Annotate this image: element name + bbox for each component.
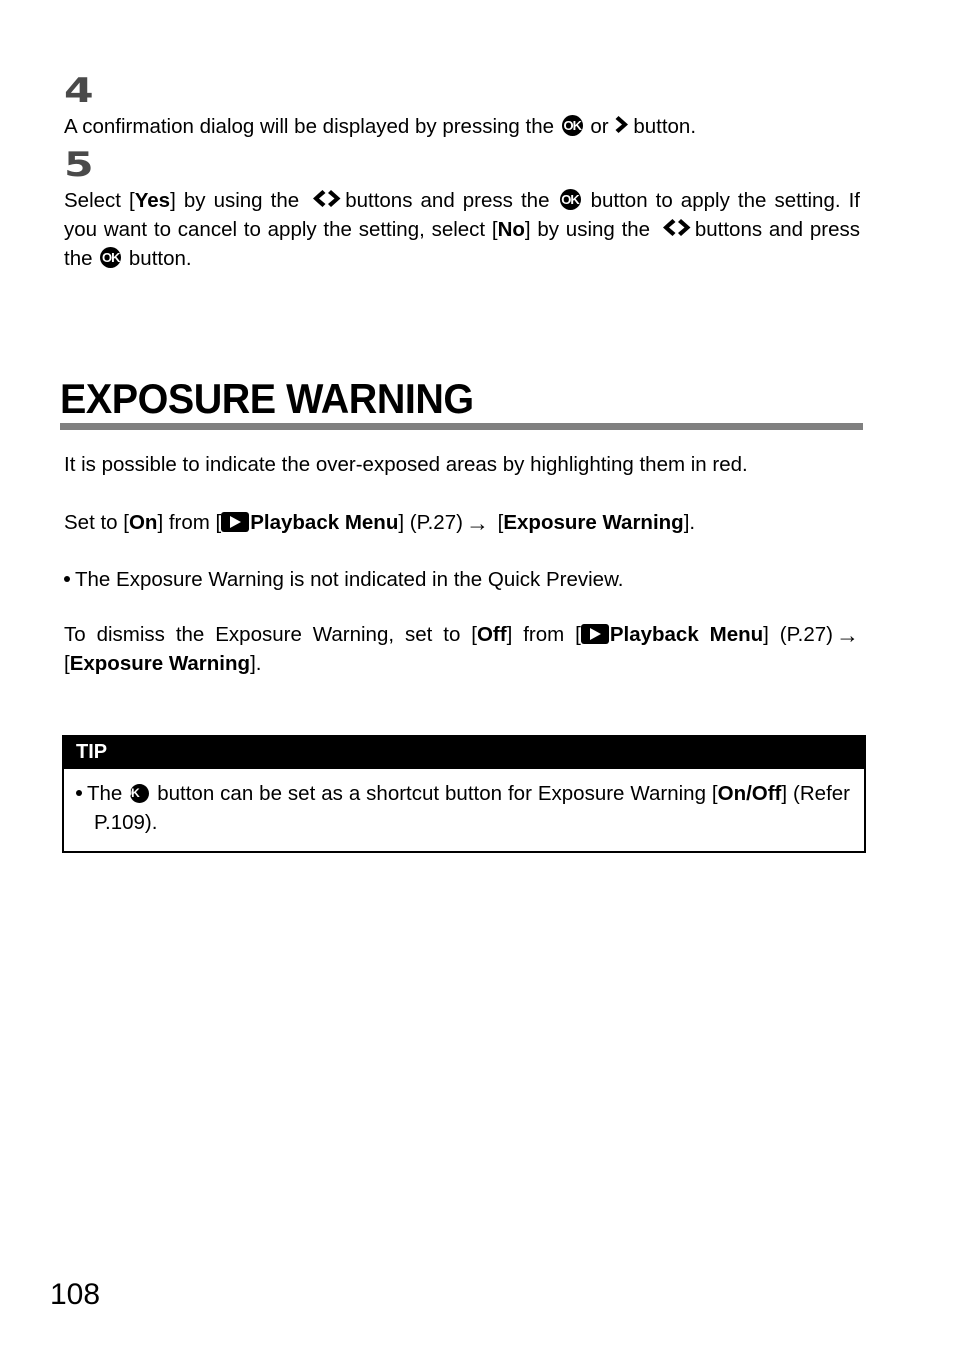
step-5-text: Select [Yes] by using the buttons and pr…	[64, 186, 860, 273]
tip-text-part-1: The	[87, 782, 129, 805]
exposure-warning-label: Exposure Warning	[69, 652, 251, 675]
dismiss-part-2: ] from [	[506, 623, 581, 646]
quick-preview-note: The Exposure Warning is not indicated in…	[64, 565, 874, 594]
bullet-dot-icon	[64, 576, 70, 582]
ok-button-icon: OK	[100, 247, 122, 268]
step-5-block: 5	[64, 148, 864, 186]
title-divider	[60, 423, 863, 430]
set-to-instruction: Set to [On] from [ Playback Menu] (P.27) →…	[64, 508, 874, 537]
step-5-no-label: No	[497, 218, 525, 241]
step-4-text-part-3: button.	[633, 115, 697, 138]
step-4-number: 4	[64, 71, 94, 111]
step-5-text-part-7: button.	[123, 247, 192, 270]
playback-play-icon	[221, 512, 250, 532]
step-5-yes-label: Yes	[134, 189, 171, 212]
chevron-left-right-icon	[309, 188, 342, 209]
chevron-left-right-icon	[659, 217, 692, 238]
step-4-text: A confirmation dialog will be displayed …	[64, 112, 864, 141]
step-5-text-part-3: buttons and press the	[345, 189, 558, 212]
exposure-warning-label: Exposure Warning	[503, 511, 684, 534]
ok-button-icon: OK	[559, 189, 581, 210]
step-5-text-part-1: Select [	[64, 189, 135, 212]
playback-menu-label: Playback Menu	[250, 511, 399, 534]
dismiss-part-3: ] (P.27)	[763, 623, 833, 646]
step-5-text-part-2: ] by using the	[170, 189, 308, 212]
tip-bullet-item: The OK button can be set as a shortcut b…	[76, 779, 850, 837]
set-to-part-2: ] from [	[157, 511, 222, 534]
playback-menu-label: Playback Menu	[609, 623, 764, 646]
tip-onoff-label: On/Off	[717, 782, 782, 805]
quick-preview-note-text: The Exposure Warning is not indicated in…	[75, 568, 624, 591]
set-to-part-1: Set to [	[64, 511, 129, 534]
tip-text-part-2: button can be set as a shortcut button f…	[151, 782, 718, 805]
tip-box: TIP The OK button can be set as a shortc…	[62, 735, 866, 853]
dismiss-part-1: To dismiss the Exposure Warning, set to …	[64, 623, 477, 646]
arrow-right-icon: →	[465, 510, 489, 536]
section-intro-text: It is possible to indicate the over-expo…	[64, 453, 748, 476]
tip-box-body: The OK button can be set as a shortcut b…	[64, 769, 864, 851]
page-number: 108	[50, 1278, 101, 1311]
step-4-text-part-2: or	[584, 115, 615, 138]
set-to-on-label: On	[128, 511, 158, 534]
step-5-text-part-5: ] by using the	[524, 218, 657, 241]
dismiss-instruction: To dismiss the Exposure Warning, set to …	[64, 620, 862, 678]
set-to-part-4: [	[491, 511, 504, 534]
set-to-part-5: ].	[683, 511, 696, 534]
step-5-number: 5	[64, 145, 94, 185]
tip-box-header: TIP	[64, 737, 864, 769]
document-page: 4 A confirmation dialog will be displaye…	[0, 0, 954, 1350]
page-title: EXPOSURE WARNING	[60, 375, 474, 422]
step-4-block: 4	[64, 74, 864, 112]
set-to-part-3: ] (P.27)	[398, 511, 463, 534]
bullet-dot-icon	[76, 790, 82, 796]
chevron-right-icon	[615, 114, 632, 135]
dismiss-off-label: Off	[476, 623, 507, 646]
playback-play-icon	[580, 624, 609, 644]
ok-button-icon: OK	[561, 115, 583, 136]
arrow-right-icon: →	[835, 622, 859, 648]
ok-button-icon: OK	[130, 784, 150, 803]
step-4-text-part-1: A confirmation dialog will be displayed …	[64, 115, 560, 138]
dismiss-part-5: ].	[250, 652, 262, 675]
